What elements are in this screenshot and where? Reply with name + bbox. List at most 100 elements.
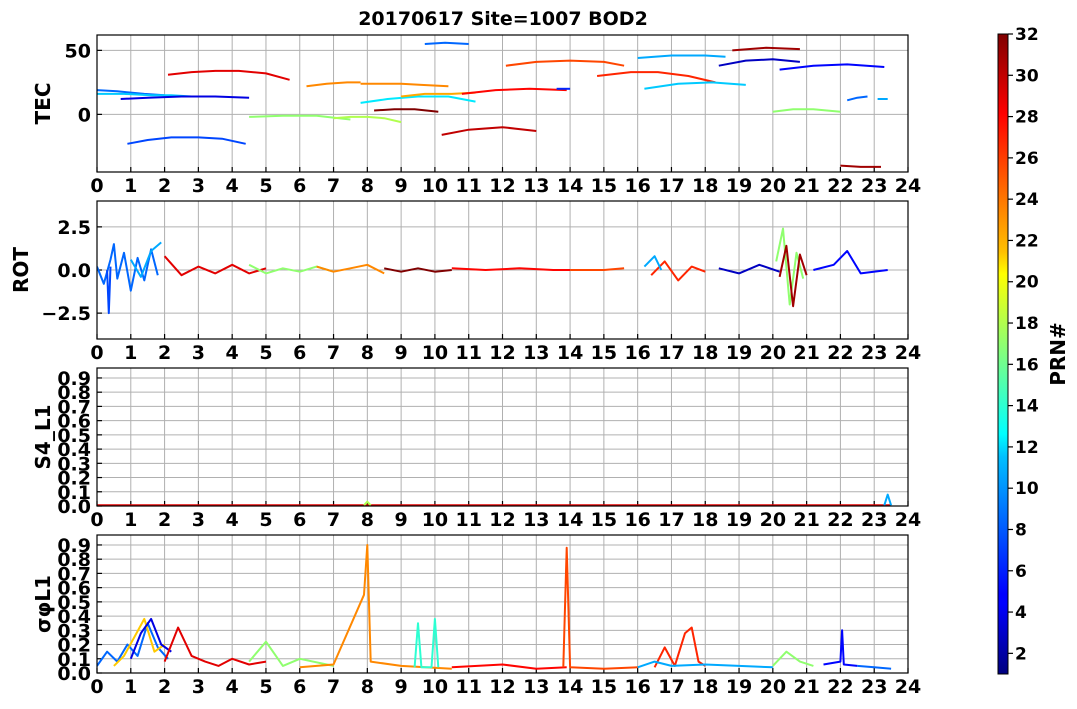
series-prn-12 bbox=[360, 95, 476, 104]
chart-title: 20170617 Site=1007 BOD2 bbox=[358, 8, 648, 30]
y-tick-label: 0 bbox=[78, 104, 91, 126]
x-tick-label: 9 bbox=[395, 676, 408, 698]
colorbar-tick-label: 32 bbox=[1015, 25, 1039, 45]
x-tick-label: 3 bbox=[192, 676, 205, 698]
x-tick-label: 2 bbox=[158, 509, 171, 531]
x-tick-label: 10 bbox=[422, 342, 448, 364]
series-prn-26 bbox=[505, 59, 625, 67]
x-tick-label: 12 bbox=[489, 676, 515, 698]
series-group bbox=[97, 41, 888, 168]
x-tick-label: 21 bbox=[793, 342, 819, 364]
colorbar-tick-label: 26 bbox=[1015, 149, 1039, 169]
x-tick-label: 14 bbox=[557, 175, 583, 197]
series-prn-24 bbox=[316, 263, 385, 275]
colorbar-tick-label: 22 bbox=[1015, 231, 1039, 251]
x-tick-label: 4 bbox=[226, 175, 239, 197]
x-tick-label: 14 bbox=[557, 676, 583, 698]
x-tick-label: 24 bbox=[895, 175, 921, 197]
y-tick-label: 2.5 bbox=[57, 217, 91, 239]
series-prn-26 bbox=[562, 546, 638, 670]
x-tick-label: 3 bbox=[192, 342, 205, 364]
x-tick-label: 6 bbox=[293, 509, 306, 531]
x-tick-label: 3 bbox=[192, 175, 205, 197]
series-prn-3 bbox=[718, 263, 780, 275]
x-tick-label: 2 bbox=[158, 342, 171, 364]
x-tick-label: 1 bbox=[124, 342, 137, 364]
x-tick-label: 15 bbox=[591, 342, 617, 364]
x-tick-label: 22 bbox=[827, 676, 853, 698]
x-tick-label: 22 bbox=[827, 175, 853, 197]
x-tick-label: 15 bbox=[591, 175, 617, 197]
x-tick-label: 7 bbox=[327, 342, 340, 364]
x-tick-label: 9 bbox=[395, 509, 408, 531]
x-tick-label: 17 bbox=[658, 342, 684, 364]
x-tick-label: 4 bbox=[226, 676, 239, 698]
x-tick-label: 15 bbox=[591, 509, 617, 531]
colorbar-tick-label: 12 bbox=[1015, 438, 1039, 458]
x-tick-label: 19 bbox=[726, 342, 752, 364]
x-tick-label: 3 bbox=[192, 509, 205, 531]
y-tick-label: −2.5 bbox=[41, 303, 91, 325]
x-tick-label: 19 bbox=[726, 676, 752, 698]
colorbar-tick-label: 10 bbox=[1015, 479, 1039, 499]
x-tick-label: 21 bbox=[793, 676, 819, 698]
y-tick-label: 50 bbox=[65, 40, 91, 62]
x-tick-label: 10 bbox=[422, 175, 448, 197]
series-prn-8 bbox=[857, 664, 892, 670]
x-tick-label: 20 bbox=[760, 342, 786, 364]
colorbar-tick-label: 4 bbox=[1015, 603, 1027, 623]
x-tick-label: 2 bbox=[158, 175, 171, 197]
series-prn-32 bbox=[374, 108, 439, 113]
x-tick-label: 17 bbox=[658, 175, 684, 197]
series-prn-27 bbox=[596, 71, 716, 84]
colorbar-tick-label: 28 bbox=[1015, 108, 1039, 128]
x-tick-label: 6 bbox=[293, 342, 306, 364]
series-prn-8 bbox=[846, 95, 868, 102]
colorbar-label: PRN# bbox=[1046, 322, 1070, 386]
x-tick-label: 23 bbox=[861, 342, 887, 364]
y-tick-label: 0.9 bbox=[57, 535, 91, 557]
series-prn-7 bbox=[127, 136, 246, 145]
x-tick-label: 17 bbox=[658, 509, 684, 531]
x-tick-label: 13 bbox=[523, 175, 549, 197]
x-tick-label: 7 bbox=[327, 509, 340, 531]
x-tick-label: 18 bbox=[692, 175, 718, 197]
x-tick-label: 18 bbox=[692, 676, 718, 698]
y-axis-label: S4_L1 bbox=[31, 405, 55, 470]
panel--l1: 0 1 2 3 4 5 6 7 8 9 10 11 12 13 14 15 16 17 18 19 20 21 22 23 24… bbox=[31, 534, 921, 698]
x-tick-label: 21 bbox=[793, 175, 819, 197]
series-prn-7 bbox=[106, 266, 112, 315]
x-tick-label: 12 bbox=[489, 342, 515, 364]
colorbar-tick-label: 8 bbox=[1015, 520, 1027, 540]
x-tick-label: 8 bbox=[361, 175, 374, 197]
x-tick-label: 6 bbox=[293, 175, 306, 197]
x-tick-label: 5 bbox=[259, 676, 272, 698]
y-tick-label: 0.0 bbox=[57, 260, 91, 282]
x-tick-label: 10 bbox=[422, 509, 448, 531]
panel-s4-l1: 0 1 2 3 4 5 6 7 8 9 10 11 12 13 14 15 16 17 18 19 20 21 22 23 24… bbox=[31, 367, 921, 531]
colorbar-tick-label: 30 bbox=[1015, 66, 1039, 86]
x-tick-label: 14 bbox=[557, 509, 583, 531]
x-tick-label: 11 bbox=[455, 342, 481, 364]
colorbar-tick-label: 2 bbox=[1015, 644, 1027, 664]
x-tick-label: 13 bbox=[523, 509, 549, 531]
series-prn-28 bbox=[461, 87, 567, 95]
x-tick-label: 23 bbox=[861, 509, 887, 531]
colorbar-tick-label: 14 bbox=[1015, 397, 1039, 417]
colorbar-gradient bbox=[997, 33, 1009, 675]
series-group bbox=[97, 544, 892, 670]
colorbar: 2468101214161820222426283032 PRN# bbox=[997, 25, 1070, 675]
x-tick-label: 10 bbox=[422, 676, 448, 698]
x-tick-label: 12 bbox=[489, 175, 515, 197]
x-tick-label: 0 bbox=[90, 175, 103, 197]
x-tick-label: 5 bbox=[259, 509, 272, 531]
x-tick-label: 16 bbox=[624, 676, 650, 698]
x-tick-label: 5 bbox=[259, 175, 272, 197]
x-tick-label: 16 bbox=[624, 509, 650, 531]
x-tick-label: 6 bbox=[293, 676, 306, 698]
x-tick-label: 12 bbox=[489, 509, 515, 531]
x-tick-label: 19 bbox=[726, 509, 752, 531]
x-tick-label: 7 bbox=[327, 676, 340, 698]
x-tick-label: 13 bbox=[523, 676, 549, 698]
x-tick-label: 18 bbox=[692, 509, 718, 531]
